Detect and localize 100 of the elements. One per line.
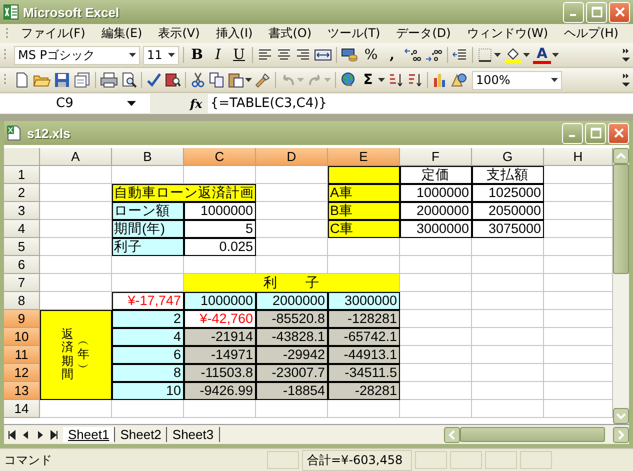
spreadsheet-cell[interactable]: -128281 [328,310,400,328]
undo-icon[interactable] [280,72,296,88]
spreadsheet-cell[interactable]: 4 [112,328,184,346]
spreadsheet-cell[interactable] [472,310,544,328]
row-header[interactable]: 3 [4,202,40,220]
spreadsheet-cell[interactable]: -85520.8 [256,310,328,328]
spreadsheet-cell[interactable]: -11503.8 [184,364,256,382]
sheet-tab[interactable]: Sheet3 [167,427,220,442]
spreadsheet-cell[interactable]: -43828.1 [256,328,328,346]
maximize-button[interactable] [585,122,606,144]
spreadsheet-cell[interactable]: -9426.99 [184,382,256,400]
spreadsheet-cell[interactable]: 期間(年) [112,220,184,238]
spreadsheet-cell[interactable]: 3000000 [328,292,400,310]
spreadsheet-cell[interactable]: 2000000 [400,202,472,220]
spreadsheet-cell[interactable]: -14971 [184,346,256,364]
shapes-icon[interactable] [451,72,467,88]
zoom-dropdown[interactable]: 100% [472,70,562,90]
row-header[interactable]: 12 [4,364,40,382]
spreadsheet-cell[interactable] [112,256,184,274]
spreadsheet-cell[interactable] [328,238,400,256]
column-header[interactable]: F [400,148,472,166]
spreadsheet-cell[interactable]: ¥-42,760 [184,310,256,328]
spreadsheet-cell[interactable] [40,166,112,184]
spreadsheet-cell[interactable] [40,256,112,274]
underline-button[interactable]: U [230,45,248,65]
name-box[interactable]: C9 [0,94,150,113]
spreadsheet-cell[interactable]: -29942 [256,346,328,364]
row-header[interactable]: 10 [4,328,40,346]
book-magnifier-icon[interactable] [165,72,181,88]
spreadsheet-cell[interactable] [400,328,472,346]
chevron-icon[interactable] [621,71,631,89]
horizontal-scrollbar[interactable] [444,426,629,443]
maximize-button[interactable] [586,2,607,22]
row-header[interactable]: 14 [4,400,40,418]
spreadsheet-cell[interactable]: 8 [112,364,184,382]
column-header[interactable]: G [472,148,544,166]
spreadsheet-cell[interactable] [400,292,472,310]
scroll-thumb[interactable] [613,164,629,274]
menu-item[interactable]: ウィンドウ(W) [458,24,556,43]
redo-icon[interactable] [307,72,323,88]
spreadsheet-cell[interactable] [472,292,544,310]
minimize-button[interactable] [562,122,583,144]
checkmark-icon[interactable] [146,72,162,88]
bold-button[interactable]: B [188,45,206,65]
font-color-button[interactable]: A [533,46,551,64]
spreadsheet-cell[interactable] [328,166,400,184]
scroll-up-icon[interactable] [613,148,629,164]
spreadsheet-cell[interactable]: 5 [184,220,256,238]
row-header[interactable]: 8 [4,292,40,310]
close-button[interactable] [609,2,630,22]
save-icon[interactable] [54,72,70,88]
spreadsheet-cell[interactable]: ¥-17,747 [112,292,184,310]
spreadsheet-cell[interactable]: 6 [112,346,184,364]
font-size-dropdown[interactable]: 11 [143,46,179,64]
spreadsheet-cell[interactable] [400,274,472,292]
copy-icon[interactable] [209,72,225,88]
spreadsheet-cell[interactable]: -34511.5 [328,364,400,382]
spreadsheet-cell[interactable] [472,400,544,418]
caret-icon[interactable] [245,78,252,82]
spreadsheet-cell[interactable]: -18854 [256,382,328,400]
italic-button[interactable]: I [209,45,227,65]
clipboard-icon[interactable] [228,72,244,88]
scissors-icon[interactable] [190,72,206,88]
font-dropdown[interactable]: MS Pゴシック [14,46,140,64]
column-header[interactable]: B [112,148,184,166]
new-document-icon[interactable] [14,72,30,88]
row-header[interactable]: 1 [4,166,40,184]
select-all-corner[interactable] [4,148,40,166]
spreadsheet-cell[interactable] [472,364,544,382]
row-header[interactable]: 2 [4,184,40,202]
spreadsheet-cell[interactable]: 1000000 [184,202,256,220]
percent-button[interactable]: % [362,45,380,65]
spreadsheet-cell[interactable] [184,400,256,418]
comma-button[interactable]: , [383,45,401,65]
merge-center-icon[interactable] [314,47,332,63]
column-header[interactable]: D [256,148,328,166]
decrease-decimal-icon[interactable] [425,47,443,63]
spreadsheet-cell[interactable] [472,274,544,292]
formula-field[interactable]: {=TABLE(C3,C4)} [208,94,633,113]
last-sheet-icon[interactable] [48,430,60,440]
spreadsheet-cell[interactable] [472,382,544,400]
row-header[interactable]: 11 [4,346,40,364]
column-header[interactable]: H [544,148,613,166]
spreadsheet-cell[interactable]: -28281 [328,382,400,400]
menu-item[interactable]: 編集(E) [93,24,150,43]
minimize-button[interactable] [563,2,584,22]
spreadsheet-cell[interactable] [112,400,184,418]
spreadsheet-cell[interactable]: 自動車ローン返済計画 [112,184,256,202]
spreadsheet-cell[interactable] [400,238,472,256]
spreadsheet-cell[interactable] [472,328,544,346]
menu-item[interactable]: ファイル(F) [13,24,94,43]
row-header[interactable]: 7 [4,274,40,292]
row-header[interactable]: 9 [4,310,40,328]
spreadsheet-cell[interactable]: 1025000 [472,184,544,202]
spreadsheet-cell[interactable] [40,400,112,418]
spreadsheet-cell[interactable] [256,400,328,418]
document-stack-icon[interactable] [73,72,91,88]
row-header[interactable]: 6 [4,256,40,274]
spreadsheet-cell[interactable]: -65742.1 [328,328,400,346]
printer-icon[interactable] [100,72,118,88]
